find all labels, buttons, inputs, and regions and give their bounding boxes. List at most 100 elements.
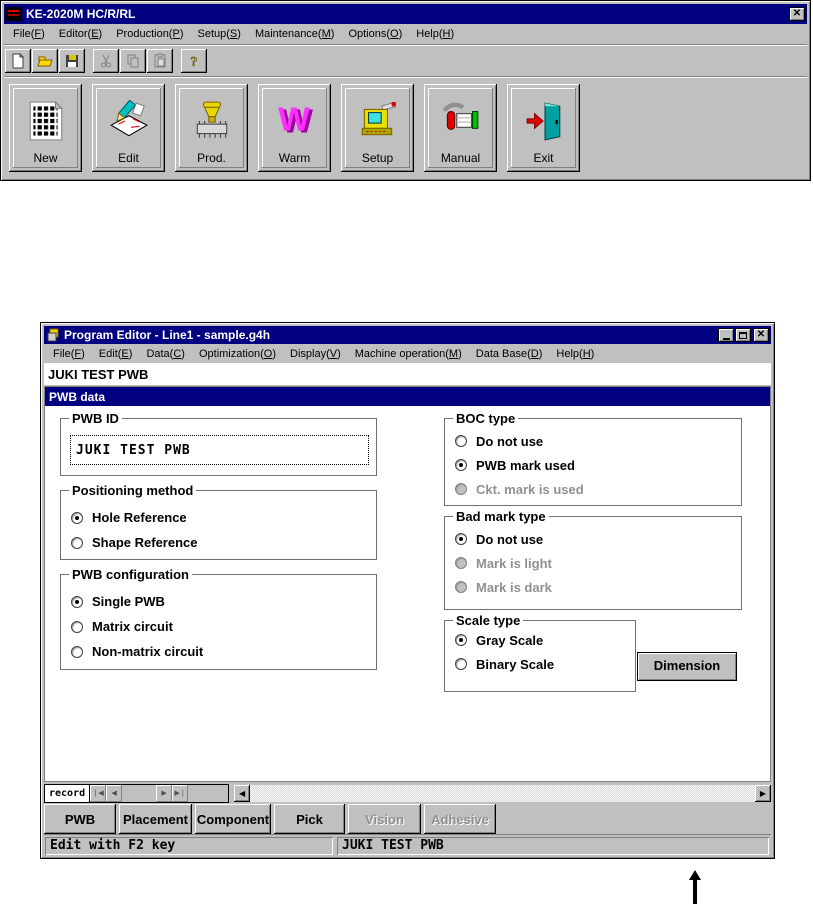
group-label: PWB ID — [69, 411, 122, 426]
radio-label: Matrix circuit — [92, 619, 173, 634]
radio-pwb-mark-used[interactable]: PWB mark used — [455, 453, 741, 477]
radio-icon — [71, 620, 83, 633]
radio-icon — [455, 557, 467, 569]
new-button[interactable]: New — [9, 84, 82, 172]
scroll-left-arrow[interactable]: ◀ — [234, 784, 251, 802]
horizontal-scrollbar-track[interactable] — [250, 784, 755, 802]
radio-icon — [455, 658, 467, 670]
bigbutton-label: Setup — [361, 151, 394, 165]
radio-boc-do-not-use[interactable]: Do not use — [455, 429, 741, 453]
record-first-button[interactable]: ❘◀ — [90, 784, 107, 802]
menu-help[interactable]: Help(H) — [549, 348, 601, 360]
pwb-name-heading: JUKI TEST PWB — [44, 363, 771, 385]
bigbutton-label: Manual — [440, 151, 481, 165]
radio-label: Do not use — [476, 433, 544, 449]
editor-menubar: File(F) Edit(E) Data(C) Optimization(O) … — [44, 344, 771, 363]
radio-label: Hole Reference — [92, 510, 187, 525]
radio-mark-is-dark: Mark is dark — [455, 575, 741, 599]
radio-icon — [455, 634, 467, 646]
help-icon[interactable]: ? — [181, 49, 207, 73]
radio-single-pwb[interactable]: Single PWB — [71, 589, 376, 614]
radio-mark-is-light: Mark is light — [455, 551, 741, 575]
annotation-up-arrow — [689, 870, 701, 904]
bigbutton-label: Edit — [118, 151, 139, 165]
radio-ckt-mark-used: Ckt. mark is used — [455, 477, 741, 501]
menu-data-base[interactable]: Data Base(D) — [469, 348, 550, 360]
pwb-data-panel: PWB data PWB ID JUKI TEST PWB Positionin… — [44, 386, 771, 782]
panel-title: PWB data — [45, 387, 770, 406]
radio-non-matrix-circuit[interactable]: Non-matrix circuit — [71, 639, 376, 664]
warm-button[interactable]: W W Warm — [258, 84, 331, 172]
radio-label: Mark is light — [476, 555, 552, 571]
record-last-button[interactable]: ▶❘ — [172, 784, 189, 802]
copy-icon — [120, 49, 146, 73]
group-bad-mark-type: Bad mark type Do not use Mark is light M… — [444, 509, 742, 610]
new-file-icon[interactable] — [5, 49, 31, 73]
editor-tabs: PWB Placement Component Pick Vision Adhe… — [44, 803, 771, 834]
edit-pencil-icon — [108, 91, 150, 151]
radio-icon — [455, 459, 467, 471]
close-button[interactable]: ✕ — [753, 328, 769, 342]
record-prev-button[interactable]: ◀ — [106, 784, 123, 802]
radio-matrix-circuit[interactable]: Matrix circuit — [71, 614, 376, 639]
manual-button[interactable]: Manual — [424, 84, 497, 172]
launcher-toolbar: ? — [4, 46, 807, 76]
radio-icon — [71, 511, 83, 524]
tab-component[interactable]: Component — [195, 804, 271, 834]
prod-button[interactable]: Prod. — [175, 84, 248, 172]
launcher-titlebar[interactable]: KE-2020M HC/R/RL ✕ — [4, 4, 807, 24]
exit-button[interactable]: Exit — [507, 84, 580, 172]
radio-badmark-do-not-use[interactable]: Do not use — [455, 527, 741, 551]
radio-gray-scale[interactable]: Gray Scale — [455, 628, 635, 652]
tab-pwb[interactable]: PWB — [44, 804, 116, 834]
menu-setup[interactable]: Setup(S) — [191, 28, 248, 40]
maximize-button[interactable] — [735, 328, 751, 342]
app-icon — [6, 7, 22, 21]
editor-window: Program Editor - Line1 - sample.g4h ✕ Fi… — [40, 322, 775, 859]
tab-vision: Vision — [348, 804, 421, 834]
menu-display[interactable]: Display(V) — [283, 348, 348, 360]
group-label: BOC type — [453, 411, 519, 426]
radio-label: Non-matrix circuit — [92, 644, 204, 659]
status-pwb-name: JUKI TEST PWB — [337, 837, 769, 855]
editor-titlebar[interactable]: Program Editor - Line1 - sample.g4h ✕ — [44, 326, 771, 344]
save-icon[interactable] — [59, 49, 85, 73]
menu-production[interactable]: Production(P) — [109, 28, 190, 40]
menu-optimization[interactable]: Optimization(O) — [192, 348, 283, 360]
menu-edit[interactable]: Edit(E) — [92, 348, 140, 360]
radio-shape-reference[interactable]: Shape Reference — [71, 530, 376, 555]
svg-text:W: W — [278, 101, 310, 138]
edit-button[interactable]: Edit — [92, 84, 165, 172]
pwb-id-field[interactable]: JUKI TEST PWB — [70, 435, 369, 465]
group-label: Positioning method — [69, 483, 197, 498]
tab-pick[interactable]: Pick — [274, 804, 345, 834]
menu-maintenance[interactable]: Maintenance(M) — [248, 28, 342, 40]
radio-binary-scale[interactable]: Binary Scale — [455, 652, 635, 676]
exit-door-icon — [523, 91, 565, 151]
radio-icon — [71, 645, 83, 658]
scroll-right-arrow[interactable]: ▶ — [755, 784, 771, 802]
menu-machine-operation[interactable]: Machine operation(M) — [348, 348, 469, 360]
record-gap — [188, 785, 228, 802]
dimension-button[interactable]: Dimension — [637, 652, 737, 681]
editor-window-title: Program Editor - Line1 - sample.g4h — [64, 328, 271, 342]
radio-hole-reference[interactable]: Hole Reference — [71, 505, 376, 530]
setup-button[interactable]: Setup — [341, 84, 414, 172]
close-button[interactable]: ✕ — [789, 7, 805, 21]
radio-label: Do not use — [476, 531, 544, 547]
group-boc-type: BOC type Do not use PWB mark used Ckt. m… — [444, 411, 742, 506]
menu-file[interactable]: File(F) — [6, 28, 52, 40]
warm-w-icon: W W — [274, 91, 316, 151]
menu-editor[interactable]: Editor(E) — [52, 28, 109, 40]
menu-help[interactable]: Help(H) — [409, 28, 461, 40]
toolbar-separator — [86, 49, 93, 73]
launcher-window: KE-2020M HC/R/RL ✕ File(F) Editor(E) Pro… — [0, 0, 811, 181]
menu-options[interactable]: Options(O) — [341, 28, 409, 40]
menu-data[interactable]: Data(C) — [139, 348, 192, 360]
open-folder-icon[interactable] — [32, 49, 58, 73]
menu-file[interactable]: File(F) — [46, 348, 92, 360]
minimize-button[interactable] — [718, 328, 734, 342]
tab-placement[interactable]: Placement — [119, 804, 192, 834]
group-label: PWB configuration — [69, 567, 192, 582]
record-next-button[interactable]: ▶ — [156, 784, 173, 802]
